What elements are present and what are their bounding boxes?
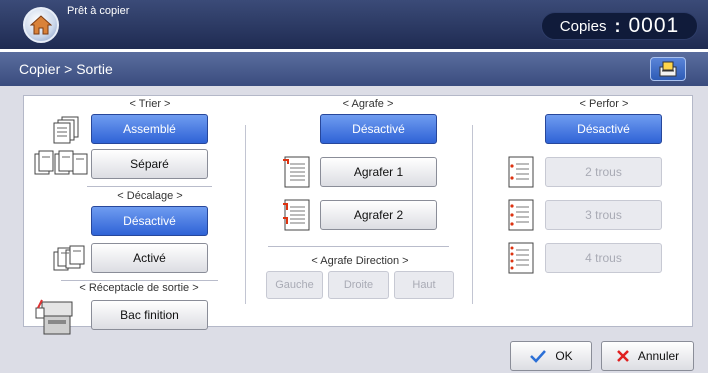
- assemble-button[interactable]: Assemblé: [91, 114, 208, 144]
- column-divider: [245, 125, 246, 304]
- checkmark-icon: [530, 350, 547, 363]
- agrafe-header: < Agrafe >: [342, 98, 394, 110]
- copies-separator: :: [614, 15, 621, 36]
- uncollated-icon: [34, 150, 88, 175]
- column-divider: [472, 125, 473, 304]
- perfor-header: < Perfor >: [579, 98, 629, 110]
- cancel-label: Annuler: [637, 349, 680, 363]
- close-icon: [616, 350, 629, 362]
- finisher-icon: [35, 299, 73, 335]
- agrafe-direction-header: < Agrafe Direction >: [311, 255, 409, 267]
- perfor-desactive-button[interactable]: Désactivé: [545, 114, 662, 144]
- collated-icon: [53, 116, 79, 144]
- agrafe-desactive-button[interactable]: Désactivé: [320, 114, 437, 144]
- home-button[interactable]: [23, 7, 59, 43]
- cancel-button[interactable]: Annuler: [601, 341, 694, 371]
- trous-2-button[interactable]: 2 trous: [545, 157, 662, 187]
- divider: [268, 246, 449, 247]
- punch-3-holes-icon: [508, 199, 534, 231]
- receptacle-header: < Réceptacle de sortie >: [79, 282, 199, 294]
- copies-counter[interactable]: Copies : 0001: [541, 12, 698, 40]
- copies-label: Copies: [559, 17, 607, 35]
- job-status-button[interactable]: [650, 57, 686, 81]
- ok-button[interactable]: OK: [510, 341, 592, 371]
- top-status-bar: Prêt à copier Copies : 0001: [0, 0, 708, 49]
- staple-two-icon: [283, 199, 310, 231]
- breadcrumb-bar: Copier > Sortie: [0, 52, 708, 86]
- divider: [87, 186, 212, 187]
- document-stack-icon: [659, 61, 677, 77]
- copies-value: 0001: [628, 14, 680, 37]
- decalage-desactive-button[interactable]: Désactivé: [91, 206, 208, 236]
- status-text: Prêt à copier: [67, 5, 130, 17]
- decalage-header: < Décalage >: [117, 190, 183, 202]
- gauche-button[interactable]: Gauche: [266, 271, 323, 299]
- offset-icon: [53, 245, 85, 271]
- staple-one-icon: [283, 156, 310, 188]
- haut-button[interactable]: Haut: [394, 271, 454, 299]
- divider: [61, 280, 218, 281]
- punch-2-holes-icon: [508, 156, 534, 188]
- droite-button[interactable]: Droite: [328, 271, 389, 299]
- agrafer-2-button[interactable]: Agrafer 2: [320, 200, 437, 230]
- decalage-active-button[interactable]: Activé: [91, 243, 208, 273]
- punch-4-holes-icon: [508, 242, 534, 274]
- bac-finition-button[interactable]: Bac finition: [91, 300, 208, 330]
- breadcrumb: Copier > Sortie: [19, 61, 113, 77]
- ok-label: OK: [555, 349, 573, 363]
- trier-header: < Trier >: [129, 98, 171, 110]
- separe-button[interactable]: Séparé: [91, 149, 208, 179]
- home-icon: [30, 15, 52, 35]
- agrafer-1-button[interactable]: Agrafer 1: [320, 157, 437, 187]
- trous-4-button[interactable]: 4 trous: [545, 243, 662, 273]
- trous-3-button[interactable]: 3 trous: [545, 200, 662, 230]
